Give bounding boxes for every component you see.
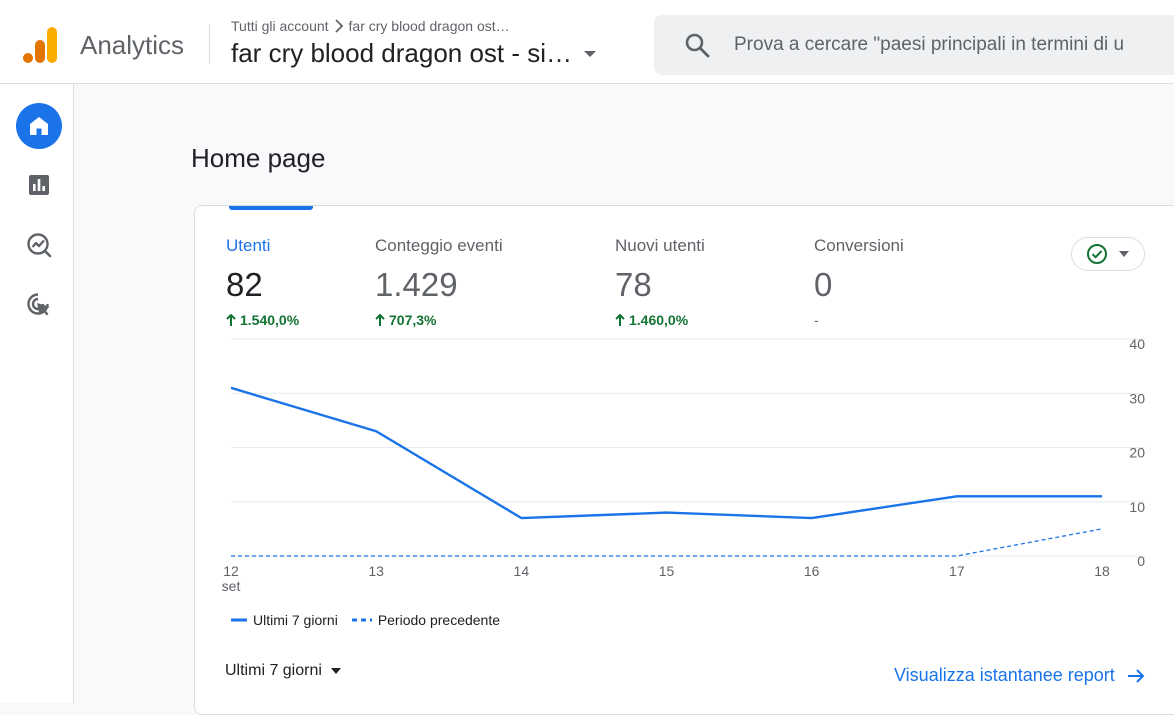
series-line-previous bbox=[231, 528, 1103, 557]
metric-label: Utenti bbox=[226, 236, 271, 255]
metric-change-value: 1.540,0% bbox=[240, 312, 300, 328]
arrow-up-icon bbox=[615, 313, 625, 326]
legend-previous-label: Periodo precedente bbox=[377, 612, 501, 628]
page-title: Home page bbox=[191, 143, 326, 173]
arrow-up-icon bbox=[375, 313, 385, 326]
report-link-label[interactable]: Visualizza istantanee report bbox=[894, 665, 1115, 686]
breadcrumb-current[interactable]: far cry blood dragon ost… bbox=[349, 18, 510, 34]
y-tick-label: 30 bbox=[1129, 390, 1145, 406]
nav-advertising[interactable] bbox=[16, 282, 62, 328]
breadcrumb-root[interactable]: Tutti gli account bbox=[231, 18, 329, 34]
x-tick-sublabel: set bbox=[222, 578, 241, 594]
y-tick-label: 0 bbox=[1137, 553, 1145, 569]
search-bar[interactable] bbox=[654, 15, 1174, 75]
legend-solid-line-icon bbox=[231, 618, 247, 622]
search-icon[interactable] bbox=[684, 32, 710, 58]
metric-event-count[interactable]: Conteggio eventi 1.429 707,3% bbox=[375, 236, 503, 328]
legend-dashed-line-icon bbox=[351, 618, 372, 622]
x-tick-label: 15 bbox=[659, 563, 675, 579]
x-tick-label: 14 bbox=[514, 563, 530, 579]
date-range-label[interactable]: Ultimi 7 giorni bbox=[225, 662, 322, 680]
header-divider bbox=[209, 24, 210, 64]
metric-conversions[interactable]: Conversioni 0 - bbox=[814, 236, 904, 328]
nav-reports[interactable] bbox=[16, 162, 62, 208]
metric-change: - bbox=[814, 312, 904, 328]
x-tick-label: 17 bbox=[949, 563, 965, 579]
x-tick-label: 13 bbox=[368, 563, 384, 579]
legend-previous: Periodo precedente bbox=[351, 612, 501, 628]
metric-change-value: 1.460,0% bbox=[629, 312, 689, 328]
users-line-chart: 40 30 20 10 0 12 13 14 15 16 17 18 set bbox=[222, 336, 1146, 594]
breadcrumb[interactable]: Tutti gli account far cry blood dragon o… bbox=[231, 18, 510, 34]
metric-change: 707,3% bbox=[375, 312, 503, 328]
arrow-up-icon bbox=[226, 313, 236, 326]
dropdown-arrow-icon[interactable] bbox=[576, 44, 604, 64]
view-report-snapshot-link[interactable]: Visualizza istantanee report bbox=[894, 665, 1145, 686]
insights-status-button[interactable] bbox=[1071, 237, 1145, 271]
series-line-current bbox=[230, 386, 1102, 520]
legend-current-label: Ultimi 7 giorni bbox=[253, 612, 338, 628]
y-tick-label: 20 bbox=[1129, 445, 1145, 461]
explore-icon bbox=[27, 233, 52, 258]
y-tick-label: 10 bbox=[1129, 499, 1145, 515]
reports-icon bbox=[29, 175, 49, 195]
metric-value: 78 bbox=[615, 266, 652, 303]
dropdown-arrow-icon bbox=[330, 668, 341, 674]
nav-explore[interactable] bbox=[16, 222, 62, 268]
app-title: Analytics bbox=[80, 30, 185, 60]
nav-home[interactable] bbox=[16, 103, 62, 149]
metric-label: Conversioni bbox=[814, 236, 904, 255]
metric-new-users[interactable]: Nuovi utenti 78 1.460,0% bbox=[615, 236, 705, 328]
arrow-right-icon bbox=[1127, 668, 1145, 683]
metric-change: 1.540,0% bbox=[226, 312, 299, 328]
analytics-logo-icon[interactable] bbox=[22, 26, 58, 64]
home-icon bbox=[30, 117, 48, 135]
metric-label: Nuovi utenti bbox=[615, 236, 705, 255]
sidebar bbox=[0, 84, 74, 703]
metric-value: 82 bbox=[226, 266, 263, 303]
property-name[interactable]: far cry blood dragon ost - si… bbox=[231, 38, 572, 69]
metric-value: 1.429 bbox=[375, 266, 458, 303]
search-input[interactable] bbox=[734, 15, 1174, 75]
check-circle-icon bbox=[1087, 244, 1107, 264]
chevron-right-icon bbox=[334, 19, 343, 33]
chart-legend: Ultimi 7 giorni Periodo precedente bbox=[231, 612, 514, 628]
metric-value: 0 bbox=[814, 266, 833, 303]
advertising-icon bbox=[27, 293, 50, 316]
metric-change-value: 707,3% bbox=[389, 312, 437, 328]
x-tick-label: 18 bbox=[1094, 563, 1110, 579]
property-selector[interactable]: far cry blood dragon ost - si… bbox=[231, 38, 604, 69]
x-tick-label: 12 bbox=[223, 563, 239, 579]
legend-current: Ultimi 7 giorni bbox=[231, 612, 338, 628]
y-tick-label: 40 bbox=[1129, 336, 1145, 352]
top-bar: Analytics Tutti gli account far cry bloo… bbox=[0, 0, 1174, 84]
active-tab-indicator bbox=[229, 206, 313, 210]
metric-change: 1.460,0% bbox=[615, 312, 705, 328]
metric-users[interactable]: Utenti 82 1.540,0% bbox=[226, 236, 299, 328]
date-range-selector[interactable]: Ultimi 7 giorni bbox=[225, 662, 342, 680]
x-tick-label: 16 bbox=[804, 563, 820, 579]
metric-label: Conteggio eventi bbox=[375, 236, 503, 255]
overview-card: Utenti 82 1.540,0% Conteggio eventi 1.42… bbox=[194, 205, 1174, 715]
chevron-down-icon bbox=[1119, 251, 1129, 257]
metric-change-value: - bbox=[814, 312, 819, 328]
